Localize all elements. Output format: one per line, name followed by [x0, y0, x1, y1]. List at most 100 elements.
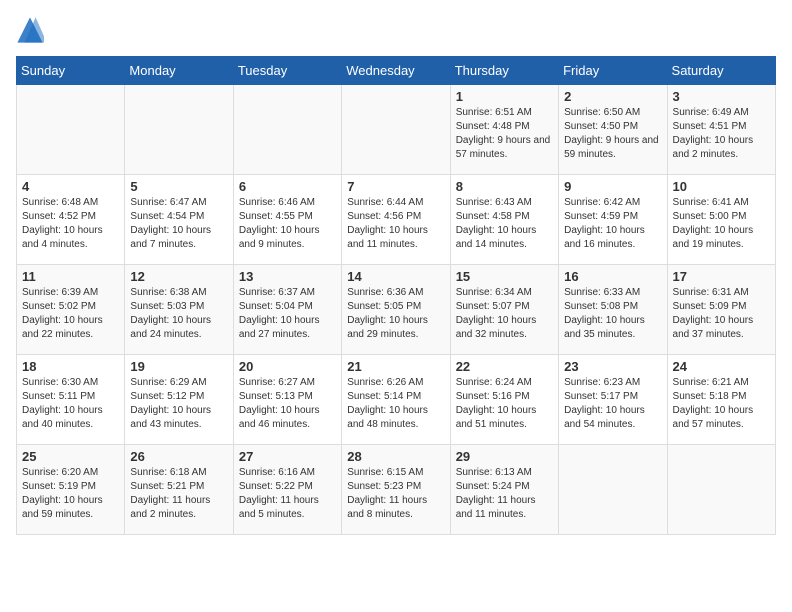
- calendar-cell: 10 Sunrise: 6:41 AMSunset: 5:00 PMDayligh…: [667, 175, 775, 265]
- calendar-cell: 6 Sunrise: 6:46 AMSunset: 4:55 PMDaylight…: [233, 175, 341, 265]
- header-saturday: Saturday: [667, 57, 775, 85]
- day-number: 15: [456, 269, 553, 284]
- day-number: 26: [130, 449, 227, 464]
- calendar-cell: 8 Sunrise: 6:43 AMSunset: 4:58 PMDaylight…: [450, 175, 558, 265]
- day-number: 21: [347, 359, 444, 374]
- day-number: 5: [130, 179, 227, 194]
- day-number: 29: [456, 449, 553, 464]
- calendar-cell: [559, 445, 667, 535]
- day-info: Sunrise: 6:38 AMSunset: 5:03 PMDaylight:…: [130, 286, 227, 342]
- calendar-cell: 14 Sunrise: 6:36 AMSunset: 5:05 PMDayligh…: [342, 265, 450, 355]
- day-info: Sunrise: 6:20 AMSunset: 5:19 PMDaylight:…: [22, 466, 119, 522]
- calendar-cell: 1 Sunrise: 6:51 AMSunset: 4:48 PMDaylight…: [450, 85, 558, 175]
- day-info: Sunrise: 6:42 AMSunset: 4:59 PMDaylight:…: [564, 196, 661, 252]
- calendar-cell: 22 Sunrise: 6:24 AMSunset: 5:16 PMDayligh…: [450, 355, 558, 445]
- day-number: 14: [347, 269, 444, 284]
- calendar-cell: 5 Sunrise: 6:47 AMSunset: 4:54 PMDaylight…: [125, 175, 233, 265]
- day-info: Sunrise: 6:47 AMSunset: 4:54 PMDaylight:…: [130, 196, 227, 252]
- day-number: 3: [673, 89, 770, 104]
- day-info: Sunrise: 6:23 AMSunset: 5:17 PMDaylight:…: [564, 376, 661, 432]
- calendar-cell: 16 Sunrise: 6:33 AMSunset: 5:08 PMDayligh…: [559, 265, 667, 355]
- calendar-week-1: 1 Sunrise: 6:51 AMSunset: 4:48 PMDaylight…: [17, 85, 776, 175]
- day-info: Sunrise: 6:36 AMSunset: 5:05 PMDaylight:…: [347, 286, 444, 342]
- day-info: Sunrise: 6:31 AMSunset: 5:09 PMDaylight:…: [673, 286, 770, 342]
- calendar-cell: [667, 445, 775, 535]
- day-number: 24: [673, 359, 770, 374]
- day-number: 2: [564, 89, 661, 104]
- day-info: Sunrise: 6:37 AMSunset: 5:04 PMDaylight:…: [239, 286, 336, 342]
- calendar-header-row: SundayMondayTuesdayWednesdayThursdayFrid…: [17, 57, 776, 85]
- day-number: 27: [239, 449, 336, 464]
- day-number: 10: [673, 179, 770, 194]
- calendar-cell: 27 Sunrise: 6:16 AMSunset: 5:22 PMDayligh…: [233, 445, 341, 535]
- calendar-table: SundayMondayTuesdayWednesdayThursdayFrid…: [16, 56, 776, 535]
- day-info: Sunrise: 6:39 AMSunset: 5:02 PMDaylight:…: [22, 286, 119, 342]
- day-number: 25: [22, 449, 119, 464]
- day-info: Sunrise: 6:51 AMSunset: 4:48 PMDaylight:…: [456, 106, 553, 162]
- calendar-cell: 21 Sunrise: 6:26 AMSunset: 5:14 PMDayligh…: [342, 355, 450, 445]
- day-number: 1: [456, 89, 553, 104]
- calendar-week-4: 18Sunrise: 6:30 AMSunset: 5:11 PMDayligh…: [17, 355, 776, 445]
- header-friday: Friday: [559, 57, 667, 85]
- day-number: 16: [564, 269, 661, 284]
- calendar-week-2: 4Sunrise: 6:48 AMSunset: 4:52 PMDaylight…: [17, 175, 776, 265]
- calendar-cell: 7 Sunrise: 6:44 AMSunset: 4:56 PMDaylight…: [342, 175, 450, 265]
- calendar-cell: 12 Sunrise: 6:38 AMSunset: 5:03 PMDayligh…: [125, 265, 233, 355]
- logo-icon: [16, 16, 44, 44]
- calendar-cell: [17, 85, 125, 175]
- day-number: 12: [130, 269, 227, 284]
- calendar-cell: 11 Sunrise: 6:39 AMSunset: 5:02 PMDayligh…: [17, 265, 125, 355]
- day-number: 28: [347, 449, 444, 464]
- calendar-cell: 3 Sunrise: 6:49 AMSunset: 4:51 PMDaylight…: [667, 85, 775, 175]
- day-info: Sunrise: 6:43 AMSunset: 4:58 PMDaylight:…: [456, 196, 553, 252]
- header-tuesday: Tuesday: [233, 57, 341, 85]
- calendar-cell: 23 Sunrise: 6:23 AMSunset: 5:17 PMDayligh…: [559, 355, 667, 445]
- day-number: 22: [456, 359, 553, 374]
- calendar-cell: 15 Sunrise: 6:34 AMSunset: 5:07 PMDayligh…: [450, 265, 558, 355]
- day-info: Sunrise: 6:41 AMSunset: 5:00 PMDaylight:…: [673, 196, 770, 252]
- calendar-cell: 29 Sunrise: 6:13 AMSunset: 5:24 PMDayligh…: [450, 445, 558, 535]
- day-info: Sunrise: 6:29 AMSunset: 5:12 PMDaylight:…: [130, 376, 227, 432]
- day-number: 6: [239, 179, 336, 194]
- day-info: Sunrise: 6:27 AMSunset: 5:13 PMDaylight:…: [239, 376, 336, 432]
- day-info: Sunrise: 6:34 AMSunset: 5:07 PMDaylight:…: [456, 286, 553, 342]
- header-wednesday: Wednesday: [342, 57, 450, 85]
- calendar-cell: 19 Sunrise: 6:29 AMSunset: 5:12 PMDayligh…: [125, 355, 233, 445]
- day-number: 18: [22, 359, 119, 374]
- day-number: 17: [673, 269, 770, 284]
- calendar-week-3: 11 Sunrise: 6:39 AMSunset: 5:02 PMDayligh…: [17, 265, 776, 355]
- calendar-cell: 25 Sunrise: 6:20 AMSunset: 5:19 PMDayligh…: [17, 445, 125, 535]
- day-info: Sunrise: 6:13 AMSunset: 5:24 PMDaylight:…: [456, 466, 553, 522]
- calendar-cell: [125, 85, 233, 175]
- logo: [16, 16, 48, 44]
- calendar-cell: 9 Sunrise: 6:42 AMSunset: 4:59 PMDaylight…: [559, 175, 667, 265]
- calendar-cell: 26 Sunrise: 6:18 AMSunset: 5:21 PMDayligh…: [125, 445, 233, 535]
- day-number: 9: [564, 179, 661, 194]
- day-info: Sunrise: 6:18 AMSunset: 5:21 PMDaylight:…: [130, 466, 227, 522]
- calendar-cell: 24Sunrise: 6:21 AMSunset: 5:18 PMDayligh…: [667, 355, 775, 445]
- calendar-cell: 18Sunrise: 6:30 AMSunset: 5:11 PMDayligh…: [17, 355, 125, 445]
- calendar-cell: 2 Sunrise: 6:50 AMSunset: 4:50 PMDaylight…: [559, 85, 667, 175]
- day-info: Sunrise: 6:24 AMSunset: 5:16 PMDaylight:…: [456, 376, 553, 432]
- day-info: Sunrise: 6:26 AMSunset: 5:14 PMDaylight:…: [347, 376, 444, 432]
- calendar-cell: [342, 85, 450, 175]
- calendar-cell: 13Sunrise: 6:37 AMSunset: 5:04 PMDayligh…: [233, 265, 341, 355]
- day-number: 11: [22, 269, 119, 284]
- day-number: 19: [130, 359, 227, 374]
- day-info: Sunrise: 6:49 AMSunset: 4:51 PMDaylight:…: [673, 106, 770, 162]
- calendar-week-5: 25 Sunrise: 6:20 AMSunset: 5:19 PMDayligh…: [17, 445, 776, 535]
- day-info: Sunrise: 6:50 AMSunset: 4:50 PMDaylight:…: [564, 106, 661, 162]
- day-number: 8: [456, 179, 553, 194]
- day-number: 23: [564, 359, 661, 374]
- day-info: Sunrise: 6:46 AMSunset: 4:55 PMDaylight:…: [239, 196, 336, 252]
- day-info: Sunrise: 6:44 AMSunset: 4:56 PMDaylight:…: [347, 196, 444, 252]
- page-header: [16, 16, 776, 44]
- day-info: Sunrise: 6:33 AMSunset: 5:08 PMDaylight:…: [564, 286, 661, 342]
- day-number: 20: [239, 359, 336, 374]
- calendar-cell: 20 Sunrise: 6:27 AMSunset: 5:13 PMDayligh…: [233, 355, 341, 445]
- header-monday: Monday: [125, 57, 233, 85]
- calendar-cell: 4Sunrise: 6:48 AMSunset: 4:52 PMDaylight…: [17, 175, 125, 265]
- day-info: Sunrise: 6:15 AMSunset: 5:23 PMDaylight:…: [347, 466, 444, 522]
- day-info: Sunrise: 6:16 AMSunset: 5:22 PMDaylight:…: [239, 466, 336, 522]
- day-number: 7: [347, 179, 444, 194]
